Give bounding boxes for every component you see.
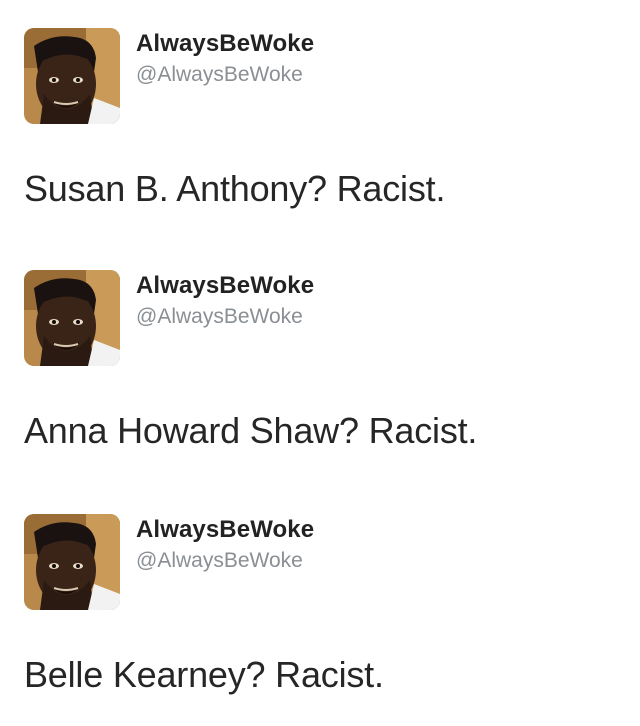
tweet-card: AlwaysBeWoke @AlwaysBeWoke Susan B. Anth…: [0, 0, 640, 240]
tweet-card: AlwaysBeWoke @AlwaysBeWoke Anna Howard S…: [0, 242, 640, 482]
avatar[interactable]: [24, 270, 120, 366]
avatar[interactable]: [24, 28, 120, 124]
display-name[interactable]: AlwaysBeWoke: [136, 30, 314, 58]
user-handle[interactable]: @AlwaysBeWoke: [136, 63, 303, 87]
tweet-text: Anna Howard Shaw? Racist.: [24, 410, 478, 451]
avatar[interactable]: [24, 514, 120, 610]
user-handle[interactable]: @AlwaysBeWoke: [136, 549, 303, 573]
tweet-feed: AlwaysBeWoke @AlwaysBeWoke Susan B. Anth…: [0, 0, 640, 722]
tweet-text: Susan B. Anthony? Racist.: [24, 168, 446, 209]
profile-photo-icon: [24, 28, 120, 124]
profile-photo-icon: [24, 514, 120, 610]
profile-photo-icon: [24, 270, 120, 366]
display-name[interactable]: AlwaysBeWoke: [136, 272, 314, 300]
display-name[interactable]: AlwaysBeWoke: [136, 516, 314, 544]
tweet-text: Belle Kearney? Racist.: [24, 654, 384, 695]
user-handle[interactable]: @AlwaysBeWoke: [136, 305, 303, 329]
tweet-card: AlwaysBeWoke @AlwaysBeWoke Belle Kearney…: [0, 486, 640, 726]
